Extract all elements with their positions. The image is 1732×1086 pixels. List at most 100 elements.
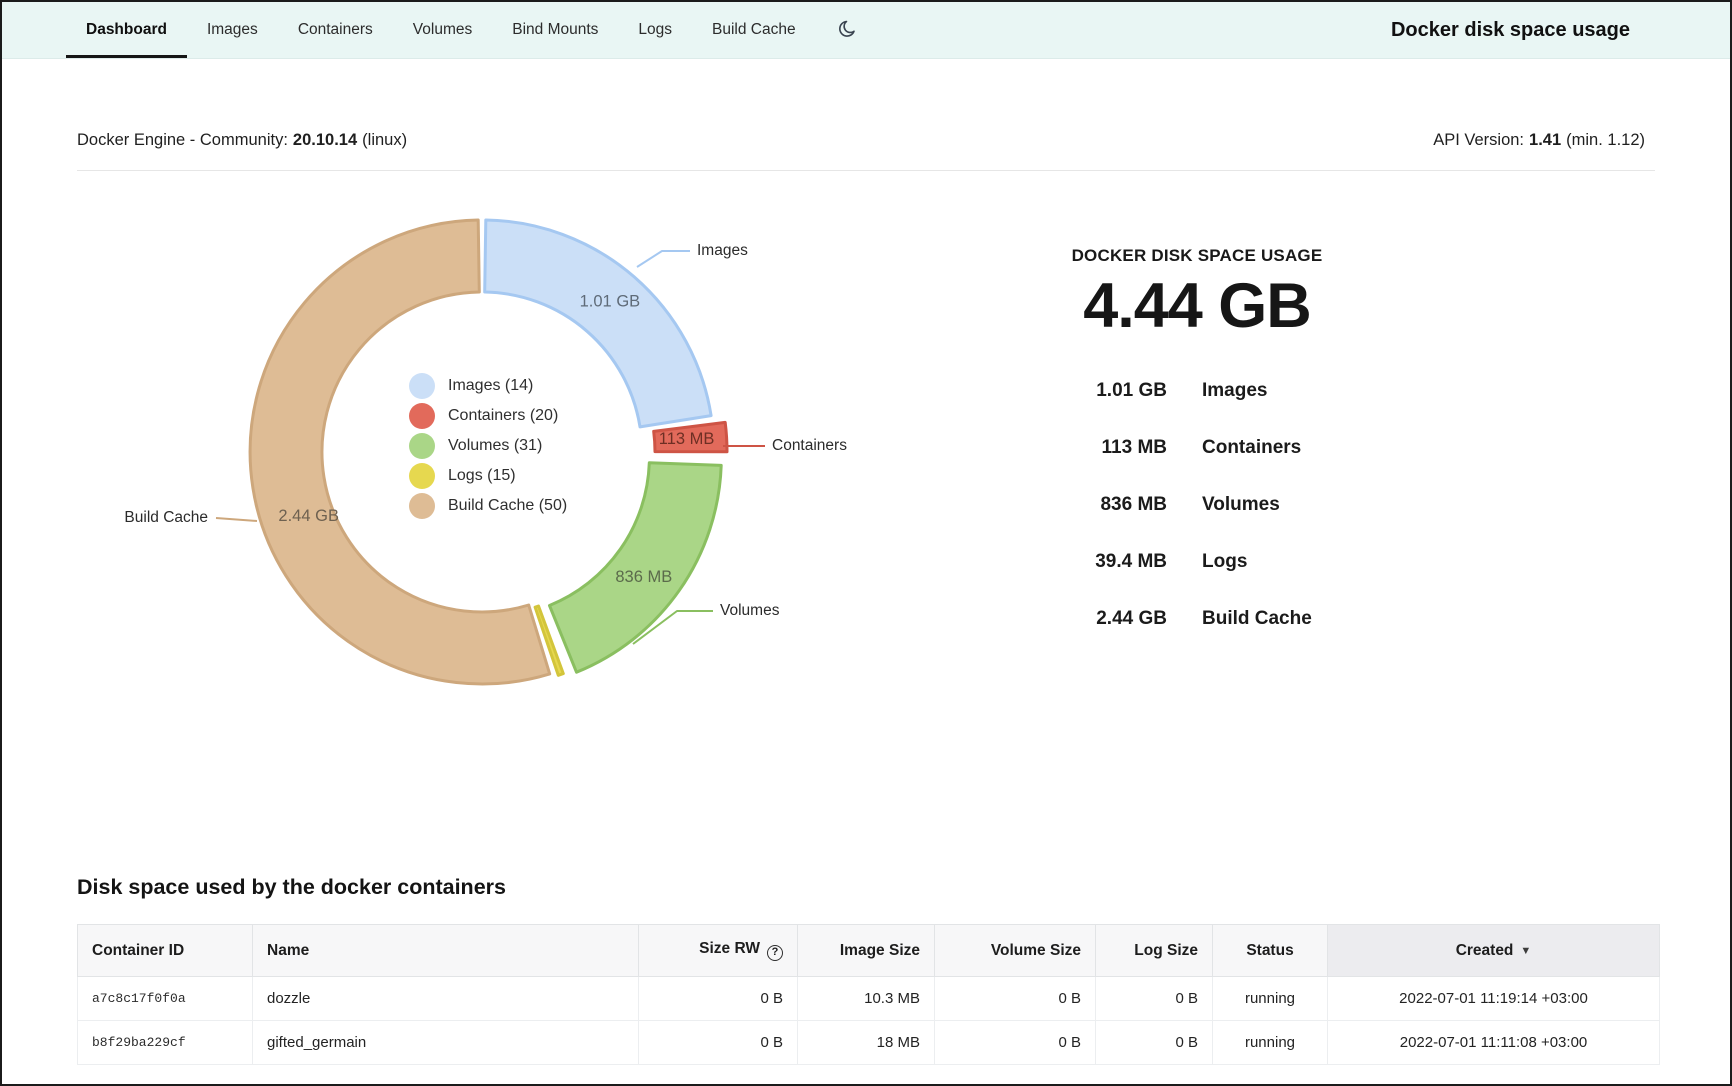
legend-item-build-cache[interactable]: Build Cache (50) — [409, 493, 567, 519]
donut-chart-wrap: 1.01 GBImages113 MBContainers836 MBVolum… — [77, 197, 907, 717]
usage-stat-volumes: 836 MB Volumes — [1047, 494, 1347, 516]
engine-os: (linux) — [362, 131, 407, 149]
slice-outer-label-volumes: Volumes — [720, 602, 780, 619]
slice-outer-label-images: Images — [697, 242, 748, 259]
usage-stat-images: 1.01 GB Images — [1047, 380, 1347, 402]
usage-stat-value: 1.01 GB — [1047, 380, 1167, 402]
legend-item-images[interactable]: Images (14) — [409, 373, 567, 399]
legend-dot — [409, 493, 435, 519]
usage-stat-containers: 113 MB Containers — [1047, 437, 1347, 459]
tab-build-cache[interactable]: Build Cache — [692, 2, 816, 58]
cell-name: dozzle — [253, 977, 639, 1021]
column-header-image-size[interactable]: Image Size — [798, 925, 935, 977]
usage-stat-value: 113 MB — [1047, 437, 1167, 459]
containers-table-wrap: Container IDNameSize RW?Image SizeVolume… — [77, 924, 1645, 1065]
containers-table: Container IDNameSize RW?Image SizeVolume… — [77, 924, 1660, 1065]
cell-status: running — [1213, 977, 1328, 1021]
legend-label: Logs (15) — [448, 467, 516, 485]
tab-images[interactable]: Images — [187, 2, 278, 58]
legend-dot — [409, 373, 435, 399]
api-label: API Version: — [1433, 131, 1524, 149]
tab-containers[interactable]: Containers — [278, 2, 393, 58]
legend-label: Images (14) — [448, 377, 533, 395]
legend-label: Volumes (31) — [448, 437, 542, 455]
table-body: a7c8c17f0f0adozzle0 B10.3 MB0 B0 Brunnin… — [78, 977, 1660, 1065]
column-header-container-id[interactable]: Container ID — [78, 925, 253, 977]
column-header-size-rw[interactable]: Size RW? — [639, 925, 798, 977]
cell-container-id: b8f29ba229cf — [78, 1021, 253, 1065]
usage-panel-title: DOCKER DISK SPACE USAGE — [1047, 246, 1347, 266]
column-header-label: Name — [267, 942, 309, 959]
usage-stat-label: Images — [1202, 380, 1267, 402]
api-version-info: API Version: 1.41 (min. 1.12) — [1433, 131, 1645, 150]
legend-dot — [409, 463, 435, 489]
engine-info-row: Docker Engine - Community:20.10.14(linux… — [2, 131, 1730, 150]
legend-item-volumes[interactable]: Volumes (31) — [409, 433, 567, 459]
cell-size-rw: 0 B — [639, 977, 798, 1021]
cell-image-size: 18 MB — [798, 1021, 935, 1065]
usage-stat-label: Volumes — [1202, 494, 1280, 516]
cell-created: 2022-07-01 11:19:14 +03:00 — [1328, 977, 1660, 1021]
tab-bind-mounts[interactable]: Bind Mounts — [492, 2, 618, 58]
cell-container-id: a7c8c17f0f0a — [78, 977, 253, 1021]
column-header-label: Created — [1456, 942, 1514, 959]
legend-item-logs[interactable]: Logs (15) — [409, 463, 567, 489]
tab-volumes[interactable]: Volumes — [393, 2, 492, 58]
disk-usage-section: 1.01 GB Images 113 MB Containers 836 MB Volum… — [2, 197, 1730, 717]
cell-size-rw: 0 B — [639, 1021, 798, 1065]
api-min-version: (min. 1.12) — [1566, 131, 1645, 149]
cell-image-size: 10.3 MB — [798, 977, 935, 1021]
slice-value-containers: 113 MB — [659, 430, 715, 448]
usage-stat-logs: 39.4 MB Logs — [1047, 551, 1347, 573]
legend-label: Build Cache (50) — [448, 497, 567, 515]
column-header-log-size[interactable]: Log Size — [1096, 925, 1213, 977]
column-header-status[interactable]: Status — [1213, 925, 1328, 977]
sort-desc-icon: ▼ — [1520, 945, 1531, 957]
usage-stat-build-cache: 2.44 GBBuild Cache — [1047, 608, 1347, 630]
tab-logs[interactable]: Logs — [618, 2, 692, 58]
leader-line-images — [637, 251, 690, 267]
legend-dot — [409, 403, 435, 429]
moon-icon — [838, 19, 858, 42]
usage-summary-panel: DOCKER DISK SPACE USAGE 4.44 GB 1.01 GB I… — [1047, 246, 1347, 717]
slice-value-images: 1.01 GB — [580, 293, 641, 311]
api-version: 1.41 — [1529, 131, 1561, 149]
tab-dashboard[interactable]: Dashboard — [66, 2, 187, 58]
containers-table-heading: Disk space used by the docker containers — [2, 875, 1730, 900]
column-header-label: Volume Size — [991, 942, 1081, 959]
usage-stat-label: Containers — [1202, 437, 1301, 459]
nav-tabs: DashboardImagesContainersVolumesBind Mou… — [66, 2, 816, 58]
top-nav: DashboardImagesContainersVolumesBind Mou… — [2, 2, 1730, 59]
engine-label: Docker Engine - Community: — [77, 131, 288, 149]
usage-stat-value: 39.4 MB — [1047, 551, 1167, 573]
app-title: Docker disk space usage — [1391, 2, 1630, 58]
chart-legend: Images (14) Containers (20) Volumes (31) Lo… — [409, 373, 567, 523]
usage-stat-value: 2.44 GB — [1047, 608, 1167, 630]
cell-name: gifted_germain — [253, 1021, 639, 1065]
slice-outer-label-containers: Containers — [772, 437, 847, 454]
column-header-volume-size[interactable]: Volume Size — [935, 925, 1096, 977]
usage-total-value: 4.44 GB — [1047, 270, 1347, 342]
usage-stat-label: Logs — [1202, 551, 1247, 573]
cell-log-size: 0 B — [1096, 977, 1213, 1021]
slice-outer-label-build-cache: Build Cache — [124, 509, 208, 526]
leader-line-build-cache — [216, 518, 257, 521]
cell-volume-size: 0 B — [935, 1021, 1096, 1065]
column-header-label: Size RW — [699, 940, 760, 957]
column-header-label: Log Size — [1134, 942, 1198, 959]
usage-stats-list: 1.01 GB Images 113 MB Containers 836 MB Volum… — [1047, 380, 1347, 630]
column-header-created[interactable]: Created ▼ — [1328, 925, 1660, 977]
table-row: b8f29ba229cfgifted_germain0 B18 MB0 B0 B… — [78, 1021, 1660, 1065]
table-row: a7c8c17f0f0adozzle0 B10.3 MB0 B0 Brunnin… — [78, 977, 1660, 1021]
slice-value-build-cache: 2.44 GB — [278, 507, 339, 525]
help-circle-icon[interactable]: ? — [767, 945, 783, 961]
cell-status: running — [1213, 1021, 1328, 1065]
section-divider — [77, 170, 1655, 171]
usage-stat-value: 836 MB — [1047, 494, 1167, 516]
cell-created: 2022-07-01 11:11:08 +03:00 — [1328, 1021, 1660, 1065]
cell-log-size: 0 B — [1096, 1021, 1213, 1065]
legend-item-containers[interactable]: Containers (20) — [409, 403, 567, 429]
cell-volume-size: 0 B — [935, 977, 1096, 1021]
column-header-name[interactable]: Name — [253, 925, 639, 977]
theme-toggle-button[interactable] — [834, 2, 862, 58]
